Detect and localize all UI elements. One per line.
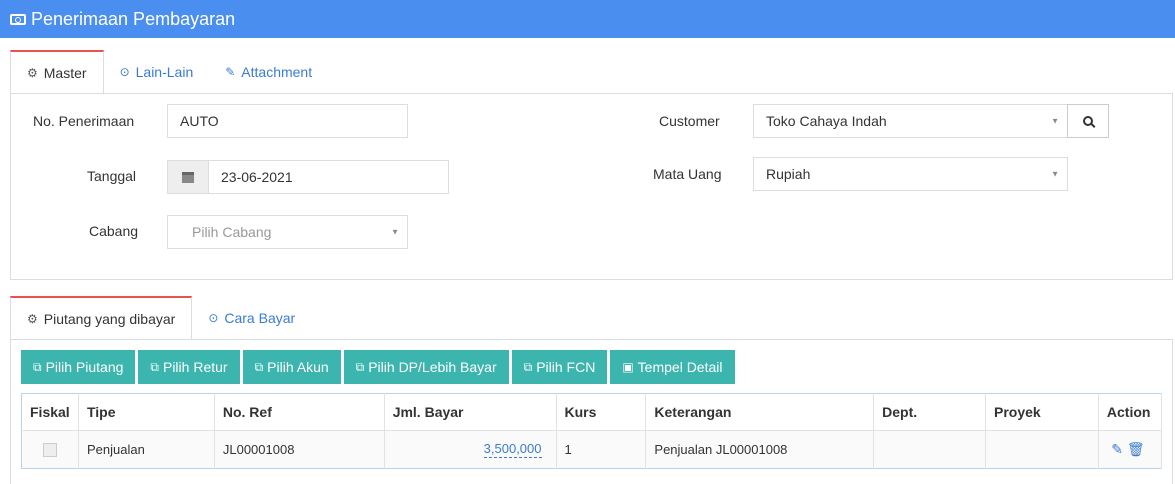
- page-title: Penerimaan Pembayaran: [31, 8, 236, 29]
- money-icon: [10, 13, 26, 25]
- check-circle-icon: ⊙: [119, 64, 130, 79]
- page-header: Penerimaan Pembayaran: [0, 0, 1175, 38]
- copy-icon: ⧉: [150, 359, 159, 374]
- copy-icon: ⧉: [254, 359, 264, 374]
- tab-master[interactable]: ⚙ Master: [10, 50, 104, 93]
- tab-label: Piutang yang dibayar: [43, 310, 176, 327]
- cabang-label: Cabang: [89, 223, 139, 239]
- no-penerimaan-label: No. Penerimaan: [33, 113, 135, 129]
- cell-fiskal: [21, 430, 79, 469]
- jml-bayar-editable[interactable]: 3,500,000: [483, 441, 542, 458]
- cell-no-ref: JL00001008: [214, 430, 385, 469]
- cell-tipe: Penjualan: [78, 430, 215, 469]
- calendar-icon: [182, 171, 194, 183]
- column-header-dept: Dept.: [873, 393, 987, 431]
- no-penerimaan-value: AUTO: [180, 113, 219, 129]
- column-header-fiskal: Fiskal: [21, 393, 79, 431]
- button-label: Pilih FCN: [536, 359, 596, 375]
- column-header-action: Action: [1098, 393, 1163, 431]
- cell-dept: [873, 430, 987, 469]
- mata-uang-select[interactable]: Rupiah ▼: [753, 157, 1068, 191]
- caret-down-icon: ▼: [1051, 116, 1059, 126]
- tab-label: Master: [43, 64, 87, 81]
- tempel-detail-button[interactable]: ▣ Tempel Detail: [610, 350, 735, 384]
- button-label: Pilih Retur: [162, 359, 228, 375]
- cell-proyek: [985, 430, 1099, 469]
- column-header-tipe: Tipe: [78, 393, 215, 431]
- cogs-icon: ⚙: [27, 65, 38, 80]
- copy-icon: ⧉: [355, 359, 365, 374]
- search-icon: [1083, 116, 1093, 126]
- cell-kurs: 1: [556, 430, 647, 469]
- pilih-dp-lebih-bayar-button[interactable]: ⧉ Pilih DP/Lebih Bayar: [343, 350, 509, 384]
- tanggal-value: 23-06-2021: [221, 169, 293, 185]
- check-circle-icon: ⊙: [208, 310, 219, 325]
- cell-jml-bayar: 3,500,000: [384, 430, 557, 469]
- trash-icon[interactable]: 🗑: [1127, 441, 1145, 457]
- tab-attachment[interactable]: ✎ Attachment: [209, 50, 328, 93]
- customer-label: Customer: [659, 113, 720, 129]
- cell-keterangan: Penjualan JL00001008: [645, 430, 875, 469]
- cell-action: ✎ 🗑: [1098, 430, 1163, 469]
- pilih-akun-button[interactable]: ⧉ Pilih Akun: [242, 350, 341, 384]
- cabang-placeholder: Pilih Cabang: [192, 224, 272, 240]
- column-header-proyek: Proyek: [985, 393, 1099, 431]
- column-header-kurs: Kurs: [556, 393, 647, 431]
- cabang-select[interactable]: Pilih Cabang ▼: [167, 215, 408, 249]
- button-label: Tempel Detail: [637, 359, 723, 375]
- toolbar: ⧉ Pilih Piutang ⧉ Pilih Retur ⧉ Pilih Ak…: [21, 350, 735, 384]
- tab-piutang-yang-dibayar[interactable]: ⚙ Piutang yang dibayar: [10, 296, 193, 339]
- column-header-no-ref: No. Ref: [214, 393, 385, 431]
- detail-table: Fiskal Tipe No. Ref Jml. Bayar Kurs Kete…: [21, 393, 1163, 469]
- copy-icon: ⧉: [33, 359, 42, 374]
- master-tabs: ⚙ Master ⊙ Lain-Lain ✎ Attachment: [10, 50, 328, 93]
- detail-panel: ⧉ Pilih Piutang ⧉ Pilih Retur ⧉ Pilih Ak…: [10, 339, 1173, 484]
- tanggal-input[interactable]: 23-06-2021: [208, 160, 449, 194]
- calendar-button[interactable]: [167, 160, 209, 194]
- tab-lain-lain[interactable]: ⊙ Lain-Lain: [104, 50, 210, 93]
- table-row: Penjualan JL00001008 3,500,000 1 Penjual…: [21, 430, 1163, 469]
- table-header-row: Fiskal Tipe No. Ref Jml. Bayar Kurs Kete…: [21, 393, 1163, 431]
- mata-uang-label: Mata Uang: [653, 166, 722, 182]
- copy-icon: ⧉: [523, 359, 533, 374]
- mata-uang-value: Rupiah: [766, 166, 811, 182]
- tab-cara-bayar[interactable]: ⊙ Cara Bayar: [192, 296, 311, 339]
- no-penerimaan-input[interactable]: AUTO: [167, 104, 408, 138]
- tab-label: Attachment: [241, 63, 313, 80]
- pilih-fcn-button[interactable]: ⧉ Pilih FCN: [511, 350, 608, 384]
- tab-label: Lain-Lain: [135, 63, 194, 80]
- paperclip-icon: ✎: [225, 64, 236, 79]
- pilih-retur-button[interactable]: ⧉ Pilih Retur: [138, 350, 240, 384]
- pilih-piutang-button[interactable]: ⧉ Pilih Piutang: [21, 350, 136, 384]
- column-header-jml-bayar: Jml. Bayar: [384, 393, 557, 431]
- customer-select[interactable]: Toko Cahaya Indah ▼: [753, 104, 1068, 138]
- button-label: Pilih Akun: [267, 359, 329, 375]
- paste-icon: ▣: [622, 360, 634, 374]
- fiskal-checkbox[interactable]: [42, 443, 57, 458]
- customer-search-button[interactable]: [1067, 104, 1109, 138]
- tab-label: Cara Bayar: [224, 309, 296, 326]
- caret-down-icon: ▼: [391, 227, 399, 237]
- master-panel: No. Penerimaan AUTO Tanggal 23-06-2021 C…: [10, 93, 1173, 280]
- caret-down-icon: ▼: [1051, 169, 1059, 179]
- detail-tabs: ⚙ Piutang yang dibayar ⊙ Cara Bayar: [10, 296, 311, 339]
- tanggal-label: Tanggal: [87, 168, 137, 184]
- cogs-icon: ⚙: [27, 311, 38, 326]
- column-header-keterangan: Keterangan: [645, 393, 875, 431]
- edit-icon[interactable]: ✎: [1111, 441, 1123, 457]
- button-label: Pilih DP/Lebih Bayar: [368, 359, 497, 375]
- button-label: Pilih Piutang: [45, 359, 124, 375]
- customer-value: Toko Cahaya Indah: [766, 113, 887, 129]
